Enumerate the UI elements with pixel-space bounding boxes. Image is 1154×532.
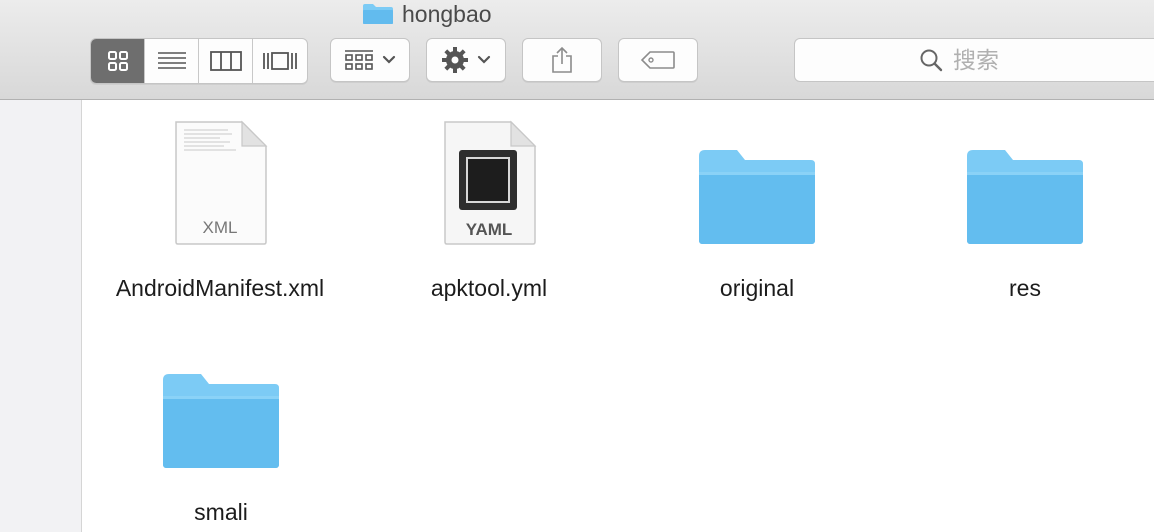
folder-item[interactable]: res xyxy=(910,116,1140,304)
window-title: hongbao xyxy=(362,0,492,28)
search-input[interactable] xyxy=(953,46,1133,74)
search-field[interactable] xyxy=(794,38,1154,82)
column-view-button[interactable] xyxy=(199,39,253,83)
gear-icon xyxy=(442,47,468,73)
search-icon xyxy=(920,49,943,72)
list-view-icon xyxy=(157,52,186,69)
folder-icon xyxy=(955,116,1095,246)
file-name: apktool.yml xyxy=(430,275,548,301)
window-title-text: hongbao xyxy=(402,0,492,27)
xml-file-icon: XML xyxy=(150,116,290,246)
folder-name: res xyxy=(1009,275,1041,301)
yaml-file-icon: YAML xyxy=(419,116,559,246)
folder-icon xyxy=(687,116,827,246)
file-type-badge: XML xyxy=(202,218,238,237)
column-view-icon xyxy=(209,51,242,71)
folder-item[interactable]: smali xyxy=(106,340,336,528)
sidebar xyxy=(0,100,82,532)
folder-icon xyxy=(151,340,291,470)
file-name: AndroidManifest.xml xyxy=(115,275,325,301)
share-icon xyxy=(552,46,572,73)
chevron-down-icon xyxy=(477,55,491,64)
file-type-badge: YAML xyxy=(465,220,513,239)
folder-name: original xyxy=(719,275,795,301)
file-icon-grid: XML AndroidManifest.xml YAML apktool.yml… xyxy=(82,100,1154,532)
list-view-button[interactable] xyxy=(145,39,199,83)
action-button[interactable] xyxy=(426,38,506,82)
finder-toolbar: hongbao xyxy=(0,0,1154,100)
tag-button[interactable] xyxy=(618,38,698,82)
arrange-grid-icon xyxy=(345,50,373,70)
file-item[interactable]: YAML apktool.yml xyxy=(374,116,604,304)
file-item[interactable]: XML AndroidManifest.xml xyxy=(105,116,335,304)
tag-icon xyxy=(640,51,675,69)
share-button[interactable] xyxy=(522,38,602,82)
chevron-down-icon xyxy=(382,55,396,64)
view-mode-control xyxy=(90,38,308,84)
icon-view-button[interactable] xyxy=(91,39,145,83)
arrange-button[interactable] xyxy=(330,38,410,82)
folder-name: smali xyxy=(194,499,248,525)
folder-item[interactable]: original xyxy=(642,116,872,304)
icon-view-icon xyxy=(107,51,128,71)
coverflow-view-icon xyxy=(263,52,297,70)
coverflow-view-button[interactable] xyxy=(253,39,307,83)
folder-icon xyxy=(363,4,393,24)
